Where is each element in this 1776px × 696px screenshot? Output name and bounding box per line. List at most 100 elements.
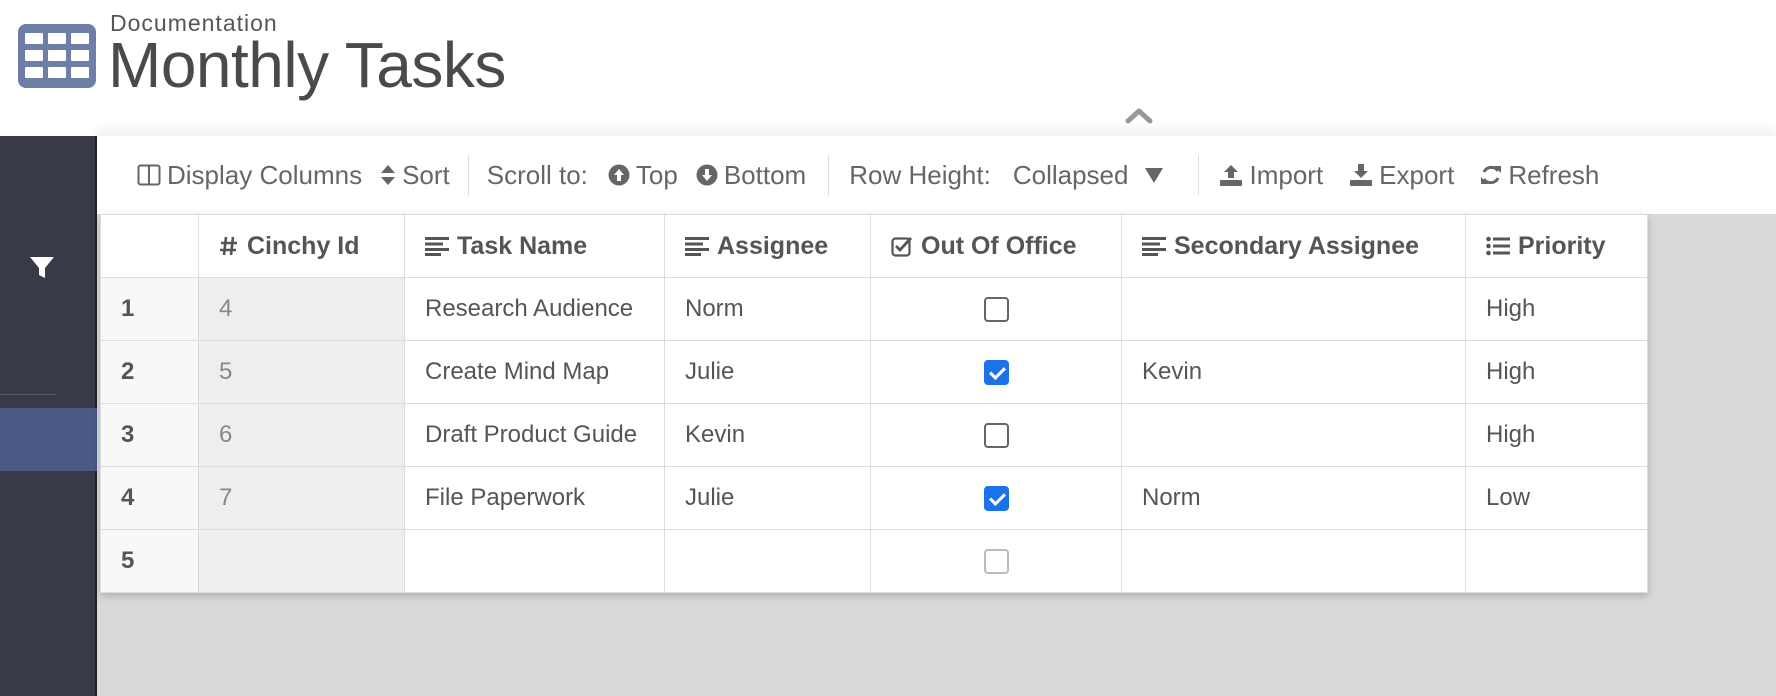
scroll-top-button[interactable]: Top (608, 160, 678, 191)
out-of-office-cell (870, 277, 1122, 341)
import-button[interactable]: Import (1219, 160, 1323, 191)
main-area: Display Columns Sort Scroll to: Top Bott… (97, 136, 1776, 696)
sort-button[interactable]: Sort (380, 160, 450, 191)
header-row: Cinchy Id Task Name Assignee Out Of Offi… (100, 214, 1648, 278)
cinchy-id-cell: 7 (198, 466, 405, 530)
assignee-cell[interactable] (664, 529, 871, 593)
text-align-icon (1142, 237, 1166, 256)
task-name-cell[interactable]: Draft Product Guide (404, 403, 665, 467)
table-row-new[interactable]: 5 (100, 529, 1648, 593)
sidebar (0, 136, 97, 696)
arrow-circle-up-icon (608, 164, 630, 186)
text-align-icon (685, 237, 709, 256)
scroll-bottom-label: Bottom (723, 159, 807, 190)
row-number[interactable]: 4 (100, 466, 199, 530)
secondary-assignee-cell[interactable] (1121, 403, 1466, 467)
chevron-up-icon[interactable] (1124, 106, 1154, 124)
caret-down-icon (1145, 168, 1164, 183)
page-title: Monthly Tasks (108, 29, 506, 101)
list-icon (1486, 236, 1510, 256)
assignee-cell[interactable]: Julie (664, 466, 871, 530)
task-name-cell[interactable]: Research Audience (404, 277, 665, 341)
secondary-assignee-cell[interactable]: Norm (1121, 466, 1466, 530)
sort-label: Sort (402, 159, 450, 190)
secondary-assignee-cell[interactable] (1121, 277, 1466, 341)
assignee-cell[interactable]: Norm (664, 277, 871, 341)
row-height-value: Collapsed (1012, 159, 1129, 190)
upload-icon (1220, 165, 1243, 186)
out-of-office-checkbox[interactable] (983, 360, 1009, 386)
filter-icon[interactable] (27, 252, 57, 282)
column-header-label: Cinchy Id (247, 231, 360, 260)
sidebar-divider (0, 394, 56, 395)
table-row[interactable]: 3 6 Draft Product Guide Kevin High (100, 403, 1648, 467)
export-label: Export (1379, 159, 1455, 190)
checkbox-icon (891, 237, 913, 257)
cinchy-id-cell: 4 (198, 277, 405, 341)
hash-icon (220, 236, 237, 256)
cinchy-id-cell: 6 (198, 403, 405, 467)
row-height-dropdown[interactable]: Collapsed (1013, 160, 1171, 191)
column-header-priority[interactable]: Priority (1465, 214, 1648, 278)
display-columns-label: Display Columns (167, 159, 363, 190)
row-number[interactable]: 2 (100, 340, 199, 404)
priority-cell[interactable]: High (1465, 277, 1648, 341)
scroll-to-label: Scroll to: (486, 159, 588, 190)
arrow-circle-down-icon (696, 164, 718, 186)
column-header-label: Secondary Assignee (1174, 231, 1420, 260)
sidebar-item-active[interactable] (0, 408, 97, 471)
scroll-bottom-button[interactable]: Bottom (696, 160, 806, 191)
column-header-task-name[interactable]: Task Name (404, 214, 665, 278)
display-columns-button[interactable]: Display Columns (137, 160, 362, 191)
row-number[interactable]: 3 (100, 403, 199, 467)
column-header-out-of-office[interactable]: Out Of Office (870, 214, 1122, 278)
grid-table: Cinchy Id Task Name Assignee Out Of Offi… (100, 214, 1648, 593)
out-of-office-checkbox[interactable] (983, 549, 1009, 575)
column-header-label: Task Name (457, 231, 588, 260)
toolbar-divider (467, 155, 469, 195)
sort-icon (381, 165, 396, 185)
priority-cell[interactable]: High (1465, 340, 1648, 404)
refresh-label: Refresh (1508, 159, 1600, 190)
row-height-label: Row Height: (849, 159, 991, 190)
page-header: Documentation Monthly Tasks (0, 0, 1776, 136)
out-of-office-checkbox[interactable] (983, 297, 1009, 323)
column-header-cinchy-id[interactable]: Cinchy Id (198, 214, 405, 278)
column-header-label: Out Of Office (921, 231, 1077, 260)
out-of-office-cell (870, 403, 1122, 467)
import-label: Import (1249, 159, 1324, 190)
table-row[interactable]: 4 7 File Paperwork Julie Norm Low (100, 466, 1648, 530)
priority-cell[interactable]: High (1465, 403, 1648, 467)
export-button[interactable]: Export (1349, 160, 1454, 191)
column-header-label: Assignee (717, 231, 829, 260)
toolbar-divider (1198, 155, 1200, 195)
row-number[interactable]: 5 (100, 529, 199, 593)
assignee-cell[interactable]: Kevin (664, 403, 871, 467)
toolbar: Display Columns Sort Scroll to: Top Bott… (97, 136, 1776, 214)
task-name-cell[interactable]: Create Mind Map (404, 340, 665, 404)
table-row[interactable]: 2 5 Create Mind Map Julie Kevin High (100, 340, 1648, 404)
column-header-label: Priority (1518, 231, 1606, 260)
out-of-office-cell (870, 340, 1122, 404)
table-row[interactable]: 1 4 Research Audience Norm High (100, 277, 1648, 341)
out-of-office-checkbox[interactable] (983, 486, 1009, 512)
out-of-office-cell (870, 529, 1122, 593)
task-name-cell[interactable] (404, 529, 665, 593)
task-name-cell[interactable]: File Paperwork (404, 466, 665, 530)
out-of-office-checkbox[interactable] (983, 423, 1009, 449)
refresh-button[interactable]: Refresh (1480, 160, 1599, 191)
priority-cell[interactable] (1465, 529, 1648, 593)
column-header-secondary-assignee[interactable]: Secondary Assignee (1121, 214, 1466, 278)
column-header-assignee[interactable]: Assignee (664, 214, 871, 278)
row-number[interactable]: 1 (100, 277, 199, 341)
secondary-assignee-cell[interactable]: Kevin (1121, 340, 1466, 404)
assignee-cell[interactable]: Julie (664, 340, 871, 404)
data-grid: Cinchy Id Task Name Assignee Out Of Offi… (100, 214, 1648, 593)
cinchy-id-cell: 5 (198, 340, 405, 404)
row-number-header (100, 214, 199, 278)
refresh-icon (1481, 165, 1502, 185)
secondary-assignee-cell[interactable] (1121, 529, 1466, 593)
out-of-office-cell (870, 466, 1122, 530)
priority-cell[interactable]: Low (1465, 466, 1648, 530)
columns-icon (137, 164, 161, 186)
